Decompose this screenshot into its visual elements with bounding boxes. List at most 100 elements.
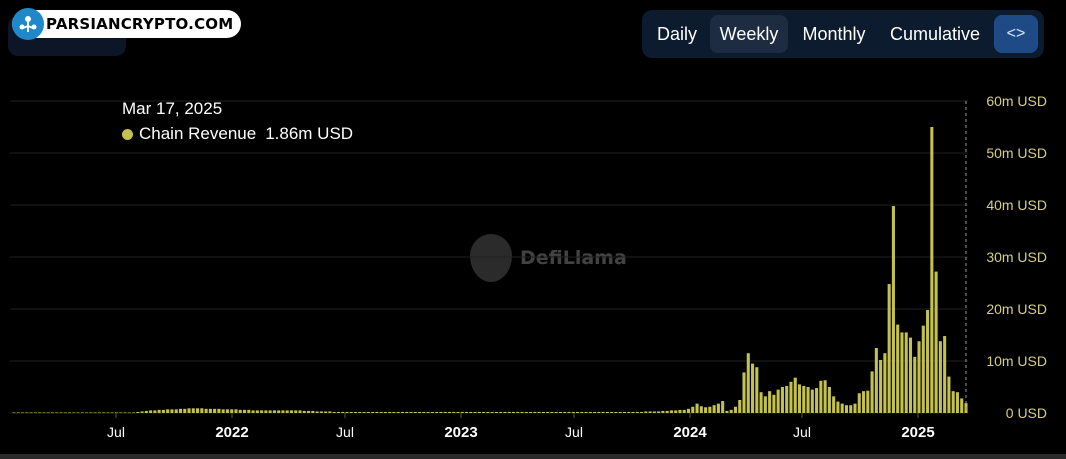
revenue-bar[interactable] [298,410,302,413]
revenue-bar[interactable] [721,401,725,413]
revenue-bar[interactable] [375,411,379,413]
revenue-bar[interactable] [955,392,959,413]
revenue-bar[interactable] [315,411,319,413]
revenue-bar[interactable] [618,411,622,413]
revenue-bar[interactable] [97,412,101,414]
revenue-bar[interactable] [204,408,208,413]
revenue-bar[interactable] [174,409,178,413]
revenue-bar[interactable] [234,409,238,413]
revenue-bar[interactable] [682,409,686,413]
revenue-bar[interactable] [575,411,580,413]
revenue-bar[interactable] [25,412,29,414]
revenue-bar[interactable] [362,411,366,413]
revenue-bar[interactable] [652,411,656,413]
revenue-bar[interactable] [622,411,627,413]
revenue-bar[interactable] [661,410,665,413]
revenue-bar[interactable] [55,412,59,414]
revenue-bar[interactable] [601,411,605,413]
revenue-bar[interactable] [430,411,434,413]
revenue-bar[interactable] [520,411,524,413]
revenue-bar[interactable] [580,411,584,413]
revenue-bar[interactable] [563,411,567,413]
revenue-bar[interactable] [644,411,648,413]
revenue-bar[interactable] [529,411,533,413]
revenue-bar[interactable] [605,411,609,413]
revenue-bar[interactable] [16,412,20,414]
revenue-bar[interactable] [435,411,439,413]
revenue-bar[interactable] [144,410,148,413]
revenue-bar[interactable] [230,409,234,413]
revenue-bar[interactable] [640,411,644,413]
revenue-bar[interactable] [460,411,464,413]
revenue-bar[interactable] [443,411,447,413]
revenue-bar[interactable] [716,403,720,413]
revenue-bar[interactable] [119,412,123,414]
revenue-bar[interactable] [80,412,84,414]
revenue-bar[interactable] [494,411,498,413]
revenue-bar[interactable] [38,412,42,414]
revenue-bar[interactable] [772,394,776,413]
revenue-bar[interactable] [123,412,127,414]
revenue-bar[interactable] [93,412,97,414]
revenue-bar[interactable] [251,410,255,413]
revenue-bar[interactable] [213,408,217,413]
revenue-bar[interactable] [913,356,917,413]
revenue-bar[interactable] [311,410,315,413]
revenue-bar[interactable] [725,410,729,413]
revenue-bar[interactable] [85,412,89,414]
revenue-bar[interactable] [836,401,840,413]
revenue-bar[interactable] [862,391,866,413]
revenue-bar[interactable] [191,408,195,413]
revenue-bar[interactable] [947,376,951,413]
revenue-bar[interactable] [887,284,891,413]
revenue-bar[interactable] [699,406,703,413]
revenue-bar[interactable] [72,412,76,414]
revenue-bar[interactable] [447,411,451,413]
revenue-bar[interactable] [349,411,353,413]
revenue-bar[interactable] [678,409,682,413]
revenue-bar[interactable] [751,363,755,413]
revenue-bar[interactable] [597,411,601,413]
revenue-bar[interactable] [669,410,673,413]
revenue-bar[interactable] [371,411,375,413]
revenue-bar[interactable] [635,411,639,413]
revenue-bar[interactable] [76,412,80,414]
revenue-bar[interactable] [806,387,810,413]
revenue-bar[interactable] [499,411,503,413]
revenue-bar[interactable] [780,387,784,413]
revenue-bar[interactable] [759,392,763,413]
revenue-bar[interactable] [89,412,93,414]
revenue-bar[interactable] [550,411,554,413]
revenue-bar[interactable] [627,411,631,413]
revenue-bar[interactable] [260,410,264,413]
revenue-bar[interactable] [768,391,772,413]
revenue-bar[interactable] [490,411,494,413]
revenue-bar[interactable] [332,411,336,413]
revenue-bar[interactable] [934,271,938,413]
revenue-bar[interactable] [755,367,759,413]
revenue-bar[interactable] [704,407,708,413]
revenue-bar[interactable] [533,411,537,413]
revenue-bar[interactable] [657,411,661,413]
revenue-bar[interactable] [507,411,511,413]
revenue-bar[interactable] [132,412,136,414]
revenue-bar[interactable] [917,341,921,413]
revenue-bar[interactable] [593,411,597,413]
revenue-bar[interactable] [733,406,737,413]
revenue-bar[interactable] [358,411,362,413]
revenue-bar[interactable] [242,409,247,413]
revenue-bar[interactable] [178,408,183,413]
revenue-bar[interactable] [789,381,793,413]
revenue-bar[interactable] [691,406,695,413]
revenue-bar[interactable] [541,411,545,413]
revenue-bar[interactable] [554,411,558,413]
revenue-bar[interactable] [238,409,242,413]
revenue-bar[interactable] [832,396,836,413]
revenue-bar[interactable] [33,412,37,414]
revenue-bar[interactable] [379,411,383,413]
revenue-bar[interactable] [67,412,72,414]
revenue-bar[interactable] [405,411,409,413]
revenue-bar[interactable] [196,408,200,413]
revenue-bar[interactable] [665,410,669,413]
revenue-bar[interactable] [631,411,635,413]
